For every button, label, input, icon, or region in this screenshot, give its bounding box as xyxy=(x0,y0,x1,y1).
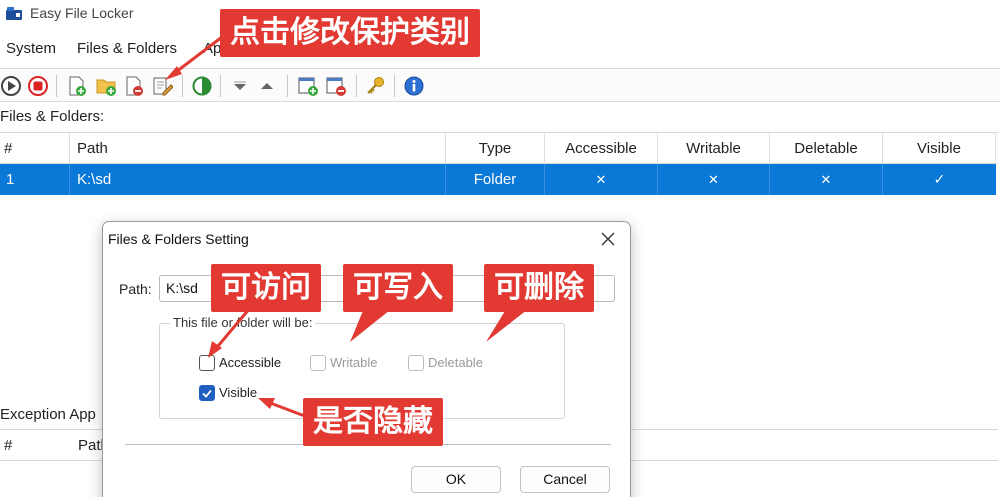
callout-top: 点击修改保护类别 xyxy=(220,9,480,57)
callout-visible: 是否隐藏 xyxy=(303,398,443,446)
arrow-to-edit-icon xyxy=(171,35,223,77)
callout-deletable: 可删除 xyxy=(484,264,594,312)
callout-writable: 可写入 xyxy=(343,264,453,312)
callout-arrows xyxy=(165,35,532,420)
callout-accessible: 可访问 xyxy=(211,264,321,312)
